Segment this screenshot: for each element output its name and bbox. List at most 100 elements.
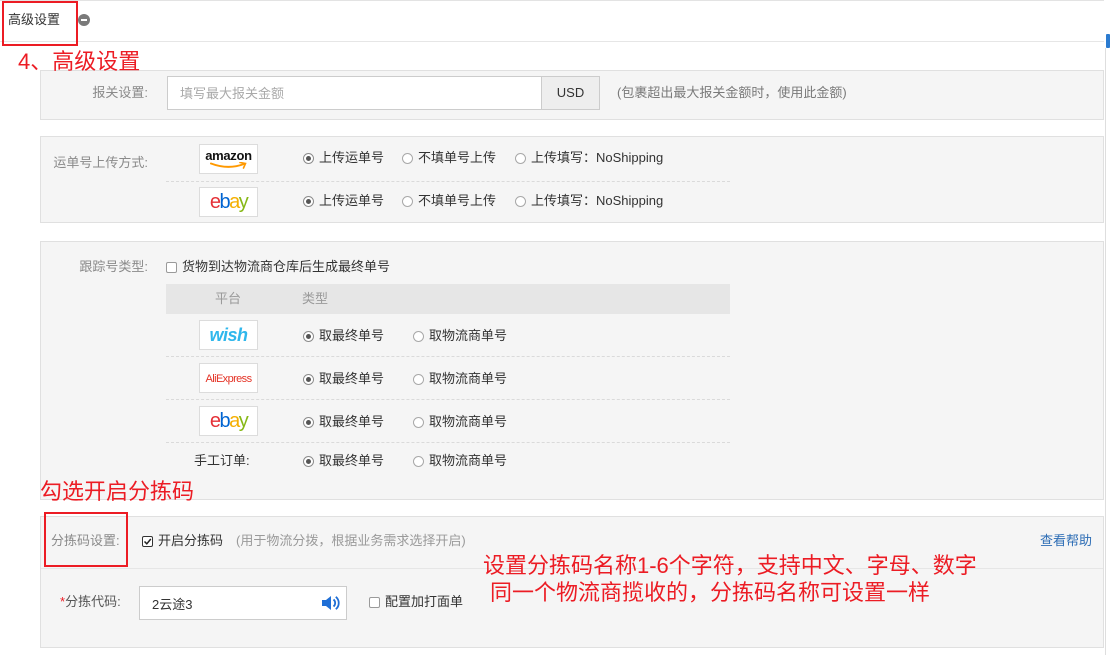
- help-link[interactable]: 查看帮助: [1040, 533, 1092, 549]
- ebay-upload-waybill-radio[interactable]: 上传运单号: [303, 193, 384, 209]
- radio-circle[interactable]: [515, 152, 526, 164]
- tracking-type-label: 跟踪号类型:: [79, 259, 148, 274]
- right-border: [1105, 48, 1106, 655]
- wish-final-number-radio[interactable]: 取最终单号: [303, 328, 384, 344]
- wish-carrier-number-radio[interactable]: 取物流商单号: [413, 328, 507, 344]
- radio-label: 取最终单号: [319, 328, 385, 343]
- wish-logo: wish: [199, 320, 258, 350]
- logo-letter: a: [229, 410, 240, 432]
- radio-circle[interactable]: [413, 416, 424, 428]
- amazon-noshipping-radio[interactable]: 上传填写：NoShipping: [515, 150, 663, 166]
- customs-label: 报关设置:: [92, 85, 148, 100]
- radio-label: 上传运单号: [319, 150, 385, 165]
- annotation-check-hint: 勾选开启分拣码: [40, 479, 195, 504]
- max-customs-amount-input[interactable]: [167, 76, 542, 110]
- radio-label: 取物流商单号: [429, 414, 508, 429]
- ebay-logo: ebay: [199, 406, 258, 436]
- radio-circle[interactable]: [303, 195, 314, 207]
- speaker-icon[interactable]: [320, 594, 340, 612]
- column-platform: 平台: [214, 291, 241, 306]
- aliexpress-logo: AliExpress: [199, 363, 258, 393]
- radio-label: 不填单号上传: [418, 193, 497, 208]
- aliexpress-carrier-number-radio[interactable]: 取物流商单号: [413, 371, 507, 387]
- amazon-logo: amazon: [199, 144, 258, 174]
- radio-circle[interactable]: [303, 152, 314, 164]
- radio-circle[interactable]: [413, 373, 424, 385]
- radio-circle[interactable]: [413, 455, 424, 467]
- logo-wordmark: wish: [209, 325, 248, 345]
- radio-label: 取物流商单号: [429, 453, 508, 468]
- enable-sorting-code-checkbox[interactable]: 开启分拣码: [142, 533, 223, 549]
- amazon-smile-icon: [210, 162, 247, 169]
- checkbox-square[interactable]: [369, 596, 380, 608]
- logo-wordmark: ebay: [200, 409, 257, 433]
- annotation-box-sorting-label: [44, 512, 128, 567]
- logo-wordmark: ebay: [200, 190, 257, 214]
- section-header: 高级设置: [0, 0, 1104, 42]
- ebay-no-waybill-radio[interactable]: 不填单号上传: [402, 193, 496, 209]
- checkbox-square[interactable]: [166, 261, 177, 273]
- logo-letter: a: [229, 191, 240, 213]
- logo-wordmark: AliExpress: [205, 373, 253, 385]
- radio-circle[interactable]: [303, 455, 314, 467]
- manual-carrier-number-radio[interactable]: 取物流商单号: [413, 453, 507, 469]
- annotation-name-hint-2: 同一个物流商揽收的，分拣码名称可设置一样: [490, 580, 931, 605]
- row-separator: [166, 181, 730, 182]
- logo-letter: e: [209, 191, 221, 213]
- radio-label: 取物流商单号: [429, 328, 508, 343]
- radio-circle[interactable]: [303, 416, 314, 428]
- ebay-logo: ebay: [199, 187, 258, 217]
- ebay-noshipping-radio[interactable]: 上传填写：NoShipping: [515, 193, 663, 209]
- amazon-upload-waybill-radio[interactable]: 上传运单号: [303, 150, 384, 166]
- currency-addon: USD: [542, 76, 600, 110]
- checkbox-square[interactable]: [142, 535, 153, 547]
- logo-letter: b: [219, 410, 230, 432]
- partial-edge-icon: [1106, 34, 1110, 48]
- aliexpress-final-number-radio[interactable]: 取最终单号: [303, 371, 384, 387]
- waybill-upload-label: 运单号上传方式:: [53, 155, 148, 170]
- checkbox-label: 开启分拣码: [158, 533, 224, 548]
- radio-circle[interactable]: [515, 195, 526, 207]
- radio-circle[interactable]: [413, 330, 424, 342]
- radio-label: 取最终单号: [319, 453, 385, 468]
- radio-label: 上传运单号: [319, 193, 385, 208]
- column-type: 类型: [302, 291, 329, 306]
- customs-panel: 报关设置: USD (包裹超出最大报关金额时，使用此金额): [40, 70, 1104, 120]
- manual-order-label: 手工订单:: [194, 453, 250, 468]
- row-separator: [166, 399, 730, 400]
- platform-table-header: 平台 类型: [166, 284, 730, 314]
- row-separator: [166, 356, 730, 357]
- manual-final-number-radio[interactable]: 取最终单号: [303, 453, 384, 469]
- radio-circle[interactable]: [303, 330, 314, 342]
- checkbox-label: 配置加打面单: [385, 594, 464, 609]
- logo-letter: y: [238, 191, 249, 213]
- radio-circle[interactable]: [402, 152, 413, 164]
- radio-label: 取最终单号: [319, 414, 385, 429]
- sorting-code-note: (用于物流分拨，根据业务需求选择开启): [236, 533, 466, 548]
- print-extra-label-checkbox[interactable]: 配置加打面单: [369, 594, 463, 610]
- row-separator: [166, 442, 730, 443]
- amazon-no-waybill-radio[interactable]: 不填单号上传: [402, 150, 496, 166]
- field-label-text: 分拣代码:: [65, 594, 121, 609]
- annotation-name-hint-1: 设置分拣码名称1-6个字符，支持中文、字母、数字: [483, 553, 977, 578]
- tracking-type-panel: 跟踪号类型: 货物到达物流商仓库后生成最终单号 平台 类型 wish 取最终单号…: [40, 241, 1104, 500]
- ebay-final-number-radio[interactable]: 取最终单号: [303, 414, 384, 430]
- radio-label: 取最终单号: [319, 371, 385, 386]
- advanced-settings-page: 高级设置 报关设置: USD (包裹超出最大报关金额时，使用此金额) 运单号上传…: [0, 0, 1110, 655]
- radio-label: 不填单号上传: [418, 150, 497, 165]
- radio-label: 上传填写：NoShipping: [531, 150, 664, 165]
- radio-circle[interactable]: [303, 373, 314, 385]
- radio-circle[interactable]: [402, 195, 413, 207]
- sorting-code-input[interactable]: [139, 586, 347, 620]
- ebay-carrier-number-radio[interactable]: 取物流商单号: [413, 414, 507, 430]
- annotation-box-header: [2, 1, 78, 46]
- final-number-checkbox[interactable]: 货物到达物流商仓库后生成最终单号: [166, 259, 390, 275]
- sorting-code-field-label: *分拣代码:: [60, 594, 121, 610]
- radio-label: 取物流商单号: [429, 371, 508, 386]
- logo-letter: b: [219, 191, 230, 213]
- logo-letter: e: [209, 410, 221, 432]
- customs-note: (包裹超出最大报关金额时，使用此金额): [617, 85, 847, 100]
- annotation-step-title: 4、高级设置: [18, 49, 141, 74]
- radio-label: 上传填写：NoShipping: [531, 193, 664, 208]
- collapse-icon[interactable]: [78, 14, 90, 26]
